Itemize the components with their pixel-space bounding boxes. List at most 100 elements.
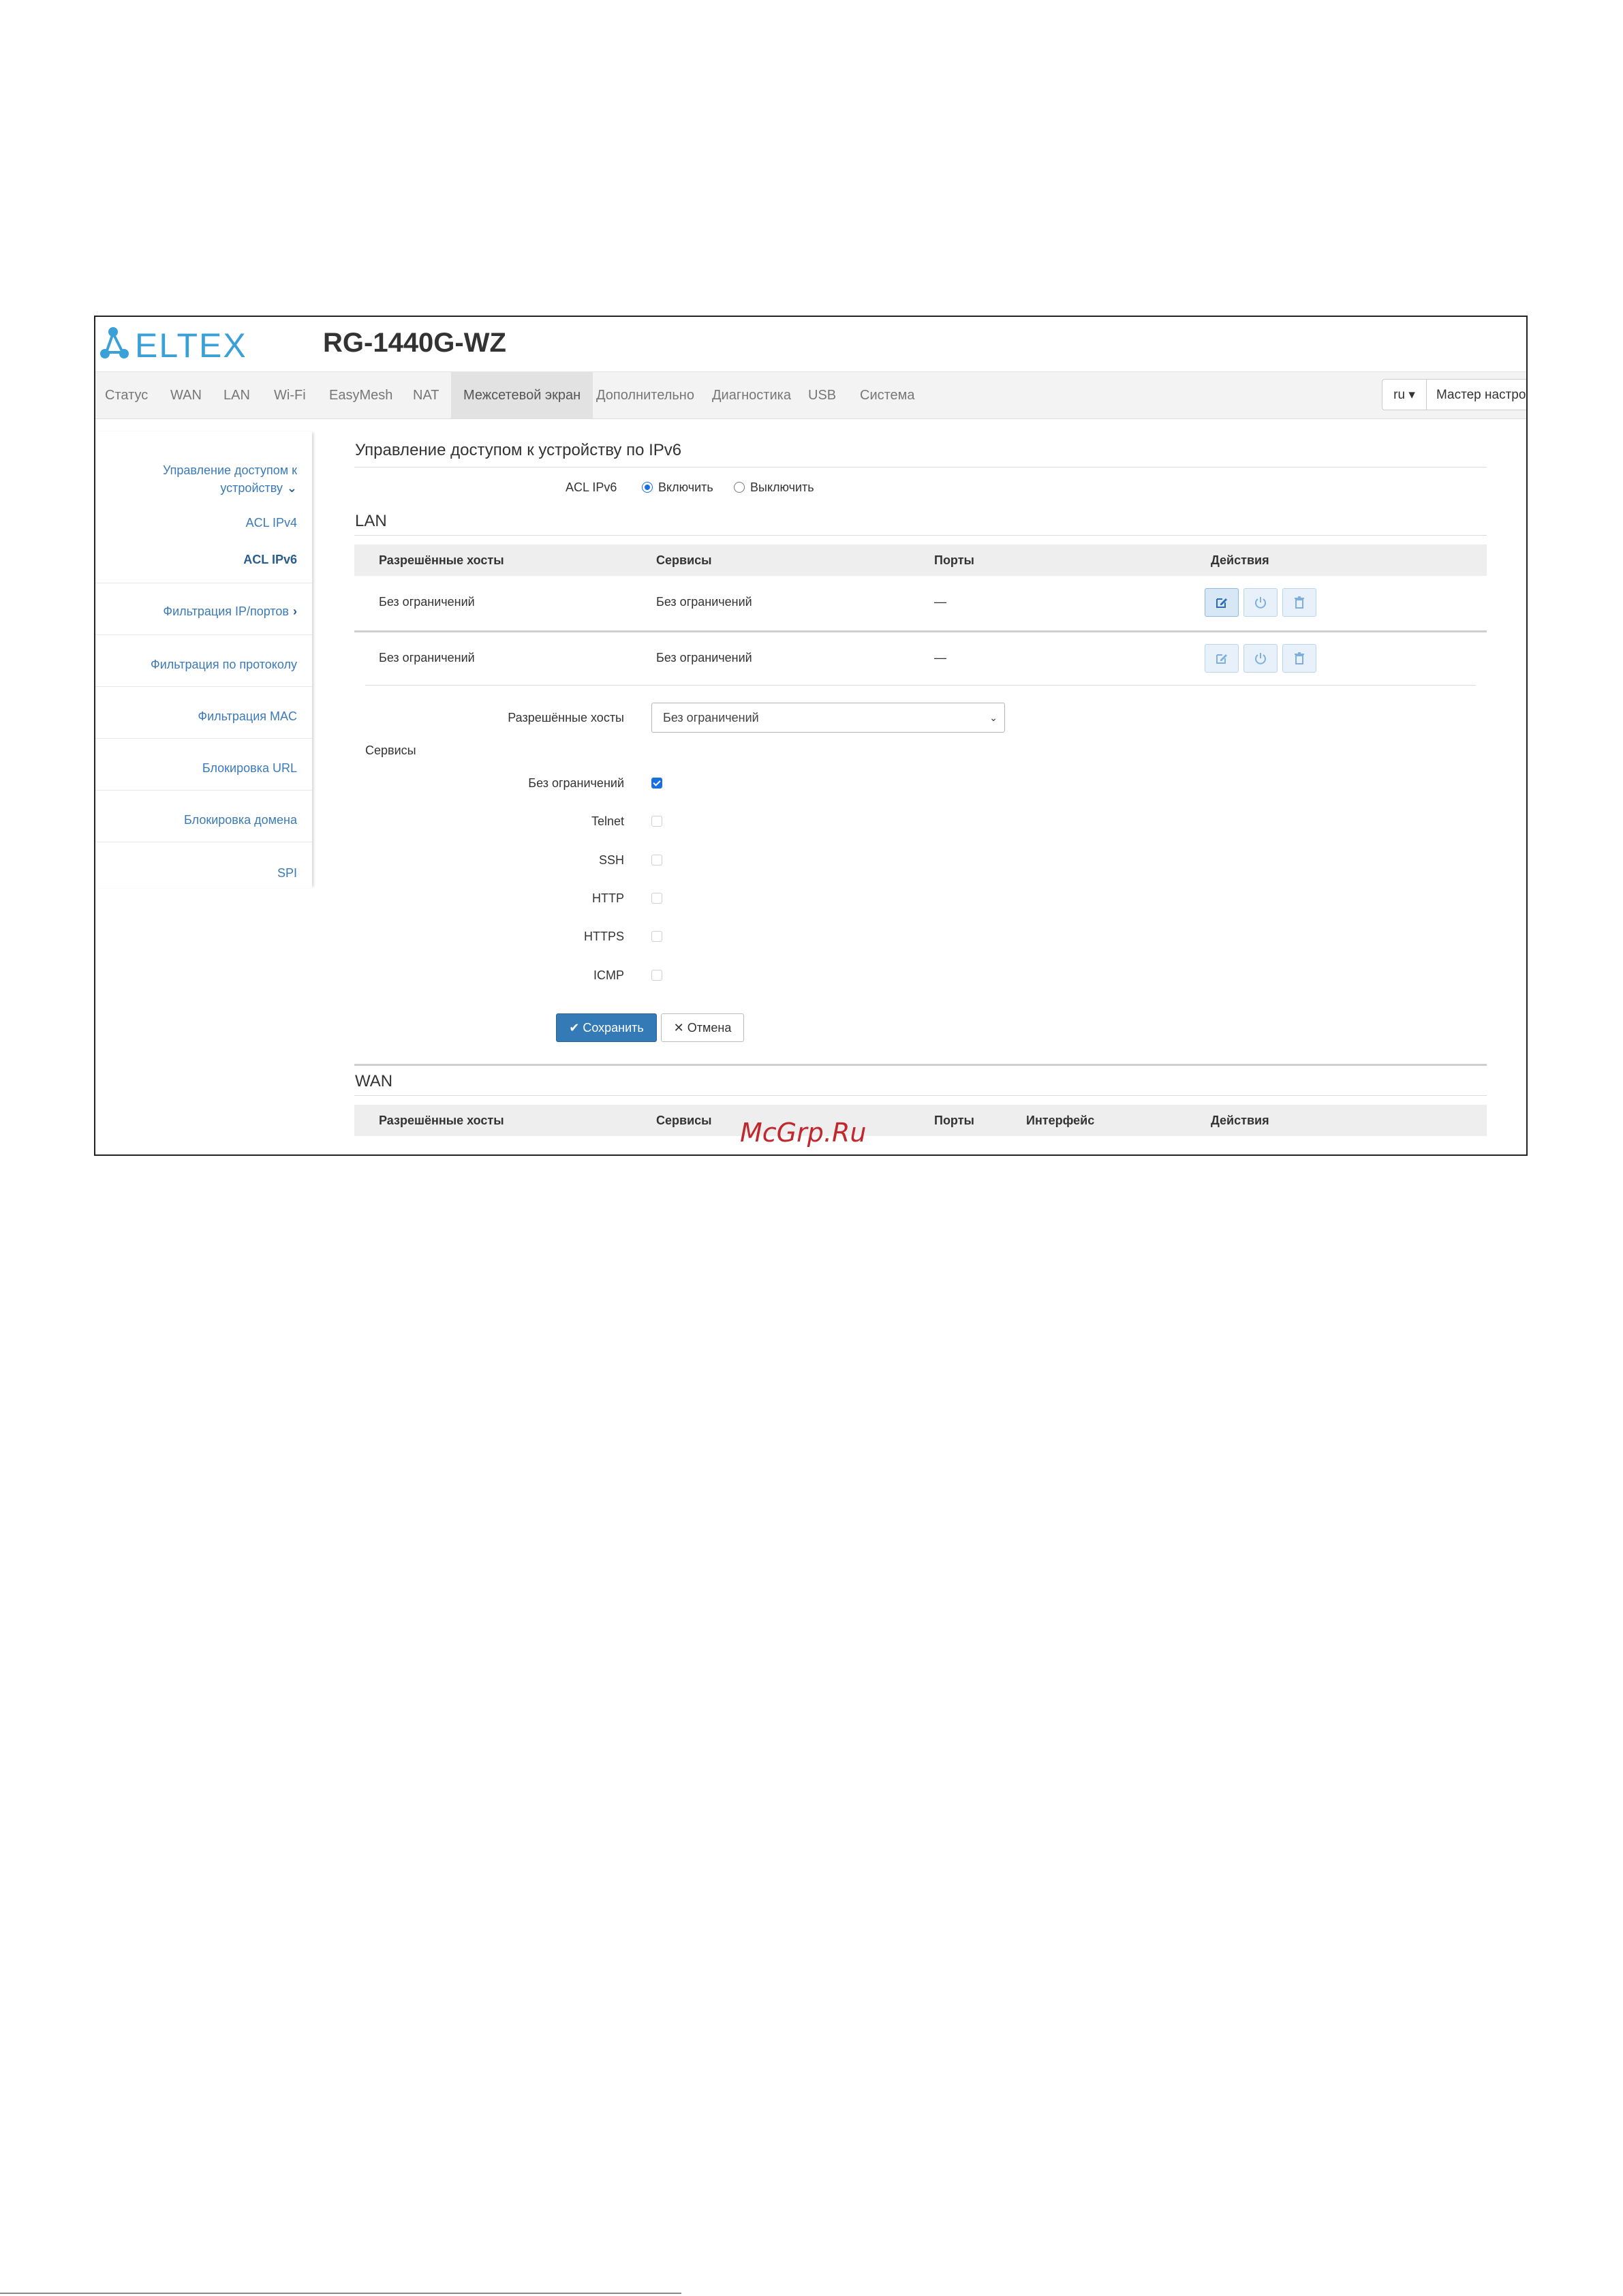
nav-lan[interactable]: LAN <box>223 372 250 418</box>
nav-status[interactable]: Статус <box>105 372 148 418</box>
service-http-checkbox[interactable] <box>651 893 662 904</box>
trash-icon <box>1295 596 1304 609</box>
device-model: RG-1440G-WZ <box>323 328 506 358</box>
col-actions: Действия <box>1211 1114 1269 1127</box>
sidebar: Управление доступом к устройству ⌄ ACL IP… <box>95 431 312 888</box>
col-hosts: Разрешённые хосты <box>379 553 504 567</box>
lan-section-title: LAN <box>355 512 387 530</box>
wan-table-header: Разрешённые хосты Сервисы Порты Интерфей… <box>354 1105 1487 1136</box>
service-label: SSH <box>598 853 624 867</box>
toggle-power-button[interactable] <box>1243 644 1278 673</box>
sidebar-group-title-line2: устройству <box>220 481 283 495</box>
sidebar-item-acl-ipv6[interactable]: ACL IPv6 <box>243 553 297 567</box>
lan-table-header: Разрешённые хосты Сервисы Порты Действия <box>354 545 1487 576</box>
service-any-checkbox[interactable] <box>651 778 662 789</box>
service-label: HTTPS <box>583 930 624 943</box>
hosts-label: Разрешённые хосты <box>508 711 624 724</box>
nav-nat[interactable]: NAT <box>413 372 439 418</box>
col-hosts: Разрешённые хосты <box>379 1114 504 1127</box>
nav-firewall[interactable]: Межсетевой экран <box>451 372 593 418</box>
row-hosts: Без ограничений <box>379 595 475 609</box>
sidebar-item-url-block[interactable]: Блокировка URL <box>202 761 297 776</box>
sidebar-item-label: Фильтрация IP/портов <box>163 604 289 618</box>
service-icmp-checkbox[interactable] <box>651 970 662 981</box>
main-nav: Статус WAN LAN Wi-Fi EasyMesh NAT Межсет… <box>95 371 1526 419</box>
col-interface: Интерфейс <box>1026 1114 1095 1127</box>
sidebar-divider <box>95 686 312 687</box>
sidebar-divider <box>95 790 312 791</box>
service-ssh-checkbox[interactable] <box>651 855 662 866</box>
allowed-hosts-select[interactable]: Без ограничений ⌄ <box>651 703 1005 733</box>
nav-wan[interactable]: WAN <box>170 372 202 418</box>
language-dropdown[interactable]: ru ▾ <box>1382 379 1427 410</box>
check-icon: ✔ <box>569 1021 580 1035</box>
nav-easymesh[interactable]: EasyMesh <box>329 372 392 418</box>
form-divider <box>354 1064 1487 1066</box>
service-label: HTTP <box>592 891 624 905</box>
acl-enable-radio[interactable] <box>642 482 653 493</box>
chevron-down-icon: ⌄ <box>286 481 297 495</box>
edit-button[interactable] <box>1205 588 1239 617</box>
service-label: Без ограничений <box>528 776 624 790</box>
sidebar-item-acl-ipv4[interactable]: ACL IPv4 <box>246 516 297 530</box>
service-label: ICMP <box>593 968 624 982</box>
setup-wizard-button[interactable]: Мастер настройки <box>1426 379 1526 410</box>
acl-disable-label[interactable]: Выключить <box>750 480 814 495</box>
sidebar-group-title-line1: Управление доступом к <box>162 463 297 477</box>
col-services: Сервисы <box>656 1114 712 1127</box>
power-icon <box>1255 653 1266 664</box>
sidebar-item-ip-port-filter[interactable]: Фильтрация IP/портов › <box>163 604 297 619</box>
save-button[interactable]: ✔ Сохранить <box>556 1013 657 1042</box>
footer-line <box>0 2293 681 2294</box>
page-title: Управление доступом к устройству по IPv6 <box>355 441 682 459</box>
row-divider <box>354 630 1487 632</box>
nav-advanced[interactable]: Дополнительно <box>596 372 694 418</box>
sidebar-divider <box>95 738 312 739</box>
col-services: Сервисы <box>656 553 712 567</box>
row-divider <box>365 685 1476 686</box>
services-title: Сервисы <box>365 744 416 757</box>
close-icon: ✕ <box>673 1021 684 1035</box>
title-rule <box>354 467 1487 468</box>
wan-rule <box>354 1095 1487 1096</box>
row-ports: — <box>934 595 946 609</box>
sidebar-group-access-control[interactable]: Управление доступом к устройству ⌄ <box>163 461 297 497</box>
delete-button[interactable] <box>1282 588 1316 617</box>
sidebar-item-protocol-filter[interactable]: Фильтрация по протоколу <box>151 658 297 672</box>
delete-button[interactable] <box>1282 644 1316 673</box>
lan-rule <box>354 535 1487 536</box>
row-hosts: Без ограничений <box>379 651 475 664</box>
eltex-logo-icon: ELTEX <box>100 326 247 365</box>
row-services: Без ограничений <box>656 595 752 609</box>
service-telnet-checkbox[interactable] <box>651 816 662 827</box>
acl-disable-radio[interactable] <box>734 482 745 493</box>
col-ports: Порты <box>934 1114 974 1127</box>
nav-diagnostics[interactable]: Диагностика <box>712 372 791 418</box>
nav-usb[interactable]: USB <box>808 372 836 418</box>
power-icon <box>1255 597 1266 609</box>
eltex-logo[interactable]: ELTEX <box>98 322 268 366</box>
cancel-button-label: Отмена <box>687 1021 732 1035</box>
nav-wifi[interactable]: Wi-Fi <box>274 372 306 418</box>
edit-button[interactable] <box>1205 644 1239 673</box>
sidebar-item-spi[interactable]: SPI <box>277 866 297 881</box>
sidebar-item-mac-filter[interactable]: Фильтрация MAC <box>198 709 297 724</box>
col-ports: Порты <box>934 553 974 567</box>
logo-wordmark: ELTEX <box>135 326 247 365</box>
nav-system[interactable]: Система <box>860 372 915 418</box>
acl-enable-label[interactable]: Включить <box>658 480 713 495</box>
toggle-power-button[interactable] <box>1243 588 1278 617</box>
header: ELTEX RG-1440G-WZ <box>95 317 1526 371</box>
chevron-right-icon: › <box>293 604 297 618</box>
trash-icon <box>1295 652 1304 664</box>
watermark: McGrp.Ru <box>740 1118 867 1148</box>
service-label: Telnet <box>591 814 624 828</box>
edit-icon <box>1216 654 1227 664</box>
row-ports: — <box>934 651 946 664</box>
service-https-checkbox[interactable] <box>651 931 662 942</box>
cancel-button[interactable]: ✕ Отмена <box>661 1013 744 1042</box>
edit-icon <box>1216 598 1227 608</box>
save-button-label: Сохранить <box>583 1021 644 1035</box>
sidebar-item-domain-block[interactable]: Блокировка домена <box>184 813 297 827</box>
wan-section-title: WAN <box>355 1072 393 1090</box>
